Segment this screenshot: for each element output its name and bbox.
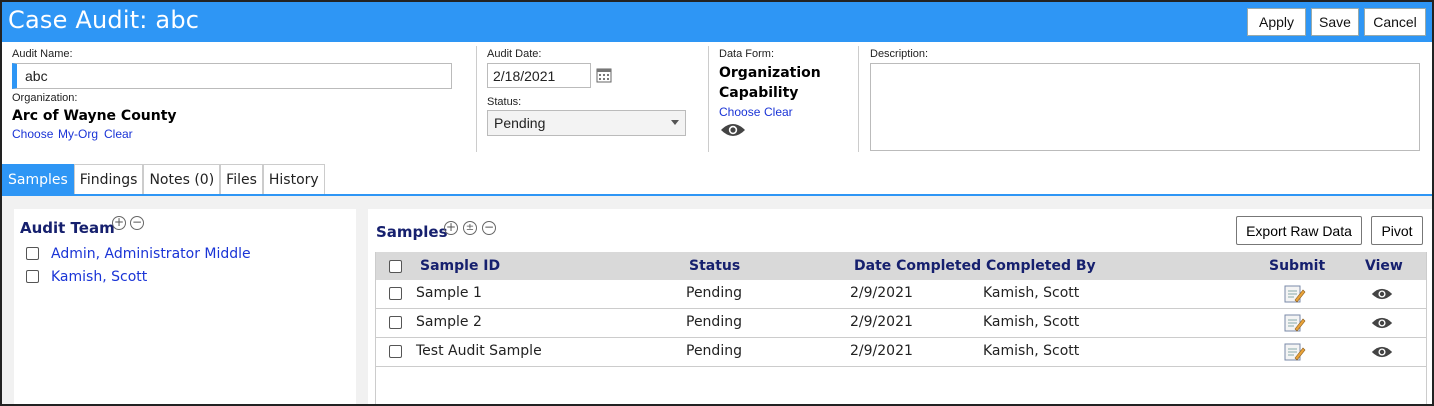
- column-sample-id[interactable]: Sample ID: [420, 258, 500, 274]
- description-textarea[interactable]: [870, 63, 1420, 151]
- table-row[interactable]: Test Audit Sample Pending 2/9/2021 Kamis…: [376, 338, 1426, 367]
- description-label: Description:: [870, 48, 929, 60]
- divider: [708, 46, 709, 152]
- page-title: Case Audit: abc: [8, 6, 200, 34]
- select-all-checkbox[interactable]: [389, 260, 402, 273]
- sample-status: Pending: [686, 314, 742, 330]
- organization-value: Arc of Wayne County: [12, 108, 177, 124]
- add-sample-icon[interactable]: +: [444, 221, 458, 235]
- audit-date-label: Audit Date:: [487, 48, 542, 60]
- add-multiple-samples-icon[interactable]: ±: [463, 221, 477, 235]
- audit-name-label: Audit Name:: [12, 48, 73, 60]
- sample-id: Test Audit Sample: [416, 343, 542, 359]
- eye-icon[interactable]: [1371, 345, 1393, 359]
- sample-id: Sample 1: [416, 285, 482, 301]
- pivot-button[interactable]: Pivot: [1371, 216, 1423, 245]
- remove-member-icon[interactable]: −: [130, 216, 144, 230]
- eye-icon[interactable]: [720, 122, 746, 138]
- divider: [858, 46, 859, 152]
- sample-date: 2/9/2021: [850, 343, 913, 359]
- chevron-down-icon: [671, 120, 679, 125]
- tab-bar: Samples Findings Notes (0) Files History: [2, 164, 325, 195]
- audit-team-title: Audit Team: [20, 219, 115, 237]
- table-header: Sample ID Status Date Completed Complete…: [376, 252, 1426, 280]
- eye-icon[interactable]: [1371, 316, 1393, 330]
- data-form-clear-link[interactable]: Clear: [764, 105, 793, 119]
- edit-form-icon[interactable]: [1284, 342, 1306, 362]
- table-row[interactable]: Sample 2 Pending 2/9/2021 Kamish, Scott: [376, 309, 1426, 338]
- organization-label: Organization:: [12, 92, 78, 104]
- tab-samples[interactable]: Samples: [2, 164, 74, 195]
- row-checkbox[interactable]: [389, 287, 402, 300]
- calendar-icon[interactable]: [596, 67, 612, 83]
- org-choose-link[interactable]: Choose: [12, 127, 53, 141]
- eye-icon[interactable]: [1371, 287, 1393, 301]
- sample-date: 2/9/2021: [850, 314, 913, 330]
- sample-completed-by: Kamish, Scott: [983, 285, 1080, 301]
- add-member-icon[interactable]: +: [112, 216, 126, 230]
- export-raw-data-button[interactable]: Export Raw Data: [1236, 216, 1362, 245]
- tab-findings[interactable]: Findings: [73, 164, 144, 195]
- data-form-choose-link[interactable]: Choose: [719, 105, 760, 119]
- audit-team-member[interactable]: Kamish, Scott: [51, 269, 147, 285]
- samples-title: Samples: [376, 223, 448, 241]
- column-status[interactable]: Status: [689, 258, 740, 274]
- member-checkbox[interactable]: [26, 270, 39, 283]
- audit-team-member[interactable]: Admin, Administrator Middle: [51, 246, 251, 262]
- audit-name-field[interactable]: abc: [12, 63, 452, 89]
- data-form-value-line2: Capability: [719, 85, 799, 101]
- row-checkbox[interactable]: [389, 316, 402, 329]
- sample-date: 2/9/2021: [850, 285, 913, 301]
- cancel-button[interactable]: Cancel: [1364, 8, 1426, 36]
- sample-id: Sample 2: [416, 314, 482, 330]
- org-clear-link[interactable]: Clear: [104, 127, 133, 141]
- divider: [476, 46, 477, 152]
- tab-history[interactable]: History: [262, 164, 325, 195]
- column-view: View: [1365, 258, 1403, 274]
- sample-status: Pending: [686, 343, 742, 359]
- header-bar: Case Audit: abc Apply Save Cancel: [2, 2, 1432, 42]
- edit-form-icon[interactable]: [1284, 284, 1306, 304]
- audit-date-value: 2/18/2021: [493, 67, 556, 84]
- table-row[interactable]: Sample 1 Pending 2/9/2021 Kamish, Scott: [376, 280, 1426, 309]
- member-checkbox[interactable]: [26, 247, 39, 260]
- data-form-label: Data Form:: [719, 48, 775, 60]
- org-my-org-link[interactable]: My-Org: [58, 127, 98, 141]
- save-button[interactable]: Save: [1311, 8, 1359, 36]
- column-completed-by[interactable]: Completed By: [986, 258, 1096, 274]
- audit-name-value: abc: [25, 68, 48, 84]
- sample-completed-by: Kamish, Scott: [983, 314, 1080, 330]
- audit-date-field[interactable]: 2/18/2021: [487, 63, 591, 88]
- audit-team-panel: [14, 209, 356, 404]
- column-submit: Submit: [1269, 258, 1326, 274]
- row-checkbox[interactable]: [389, 345, 402, 358]
- data-form-value-line1: Organization: [719, 65, 821, 81]
- status-select[interactable]: Pending: [487, 110, 686, 136]
- column-date-completed[interactable]: Date Completed: [854, 258, 981, 274]
- tab-files[interactable]: Files: [220, 164, 263, 195]
- case-audit-window: Case Audit: abc Apply Save Cancel Audit …: [0, 0, 1434, 406]
- sample-completed-by: Kamish, Scott: [983, 343, 1080, 359]
- samples-table: Sample ID Status Date Completed Complete…: [375, 252, 1427, 404]
- tab-notes[interactable]: Notes (0): [143, 164, 221, 195]
- status-value: Pending: [494, 115, 546, 131]
- edit-form-icon[interactable]: [1284, 313, 1306, 333]
- sample-status: Pending: [686, 285, 742, 301]
- apply-button[interactable]: Apply: [1247, 8, 1306, 36]
- remove-sample-icon[interactable]: −: [482, 221, 496, 235]
- status-label: Status:: [487, 96, 522, 108]
